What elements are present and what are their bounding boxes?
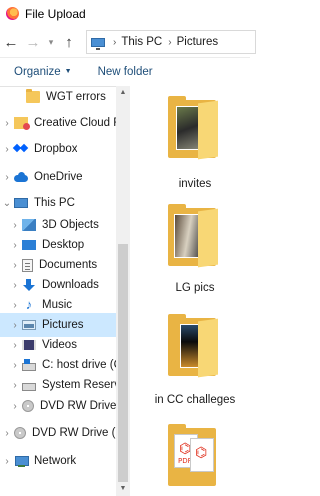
title-bar: File Upload xyxy=(0,0,250,27)
this-pc-icon xyxy=(14,198,28,208)
folder-thumbnail-icon: ⌬ PDF ⌬ xyxy=(168,424,218,486)
breadcrumb-separator-icon[interactable]: › xyxy=(113,37,116,48)
folder-name: in CC challeges xyxy=(154,394,236,406)
organize-button[interactable]: Organize ▼ xyxy=(14,66,72,78)
nav-item-onedrive[interactable]: › OneDrive xyxy=(0,165,116,189)
documents-icon xyxy=(22,258,33,272)
folder-tile-pdf-folder[interactable]: ⌬ PDF ⌬ xyxy=(130,420,250,496)
nav-item-dvd-rw-drive[interactable]: › DVD RW Drive (F:) xyxy=(0,394,116,418)
pdf-document-icon: ⌬ xyxy=(190,438,214,472)
nav-item-creative-cloud-files[interactable]: › Creative Cloud Files xyxy=(0,111,116,135)
forward-arrow-icon[interactable]: → xyxy=(22,31,44,53)
new-folder-button[interactable]: New folder xyxy=(98,66,153,78)
drive-icon xyxy=(22,382,36,391)
creative-cloud-files-icon xyxy=(14,117,30,130)
windows-drive-icon xyxy=(22,358,36,371)
chevron-right-icon[interactable]: › xyxy=(8,340,22,351)
up-arrow-icon[interactable]: ↑ xyxy=(58,31,80,53)
scroll-up-arrow-icon[interactable]: ▲ xyxy=(116,86,130,100)
navigation-pane-scrollbar[interactable]: ▲ ▼ xyxy=(116,86,130,496)
chevron-right-icon[interactable]: › xyxy=(8,260,22,271)
nav-item-wgt-errors[interactable]: WGT errors xyxy=(0,87,116,109)
breadcrumb-pictures[interactable]: Pictures xyxy=(177,36,219,48)
breadcrumb-this-pc[interactable]: This PC xyxy=(121,36,162,48)
folder-thumbnail-icon xyxy=(168,96,218,160)
nav-item-dropbox[interactable]: › Dropbox xyxy=(0,137,116,161)
dvd-drive-icon xyxy=(22,400,34,412)
dropbox-icon xyxy=(14,143,28,155)
downloads-icon xyxy=(22,279,36,291)
chevron-right-icon[interactable]: › xyxy=(8,360,22,371)
back-arrow-icon[interactable]: ← xyxy=(0,31,22,53)
chevron-right-icon[interactable]: › xyxy=(8,220,22,231)
music-icon: ♪ xyxy=(25,297,33,312)
address-bar[interactable]: › This PC › Pictures xyxy=(86,30,256,54)
scroll-down-arrow-icon[interactable]: ▼ xyxy=(116,482,130,496)
network-icon xyxy=(14,455,29,467)
window-title: File Upload xyxy=(25,6,86,21)
folder-name: LG pics xyxy=(175,282,215,294)
3d-objects-icon xyxy=(22,219,36,231)
desktop-icon xyxy=(22,240,36,250)
chevron-right-icon[interactable]: › xyxy=(0,118,14,129)
caret-down-icon: ▼ xyxy=(64,68,72,76)
chevron-right-icon[interactable]: › xyxy=(8,401,22,412)
chevron-right-icon[interactable]: › xyxy=(8,300,22,311)
recent-locations-chevron-icon[interactable]: ▾ xyxy=(44,31,58,53)
nav-item-this-pc[interactable]: ⌄ This PC xyxy=(0,191,116,215)
folder-thumbnail-icon xyxy=(168,204,218,268)
folder-tile-invites[interactable]: invites xyxy=(130,88,250,190)
address-row: ← → ▾ ↑ › This PC › Pictures xyxy=(0,27,256,57)
onedrive-icon xyxy=(14,171,28,183)
file-list: invites LG pics in CC challeges ⌬ PDF ⌬ xyxy=(130,86,250,496)
dvd-drive-icon xyxy=(14,427,26,439)
this-pc-icon xyxy=(91,37,105,50)
folder-tile-lg-pics[interactable]: LG pics xyxy=(130,194,250,294)
pictures-icon xyxy=(22,320,36,330)
firefox-icon xyxy=(6,7,19,20)
organize-label: Organize xyxy=(14,66,61,78)
chevron-down-icon[interactable]: ⌄ xyxy=(0,198,14,209)
chevron-right-icon[interactable]: › xyxy=(8,320,22,331)
nav-item-dvd-rw-drive-root[interactable]: › DVD RW Drive (F:) xyxy=(0,421,116,445)
chevron-right-icon[interactable]: › xyxy=(0,428,14,439)
command-bar: Organize ▼ New folder xyxy=(0,57,250,86)
folder-name: invites xyxy=(178,178,212,190)
chevron-right-icon[interactable]: › xyxy=(0,172,14,183)
chevron-right-icon[interactable]: › xyxy=(0,456,14,467)
folder-tile-in-cc-challeges[interactable]: in CC challeges xyxy=(130,302,250,406)
nav-item-network[interactable]: › Network xyxy=(0,449,116,473)
chevron-right-icon[interactable]: › xyxy=(8,240,22,251)
folder-thumbnail-icon xyxy=(168,314,218,378)
chevron-right-icon[interactable]: › xyxy=(8,280,22,291)
chevron-right-icon[interactable]: › xyxy=(0,144,14,155)
navigation-pane: WGT errors › Creative Cloud Files › Drop… xyxy=(0,86,116,496)
folder-icon xyxy=(26,89,40,103)
breadcrumb-separator-icon[interactable]: › xyxy=(168,37,171,48)
videos-icon xyxy=(22,340,36,350)
chevron-right-icon[interactable]: › xyxy=(8,380,22,391)
scrollbar-thumb[interactable] xyxy=(118,244,128,482)
